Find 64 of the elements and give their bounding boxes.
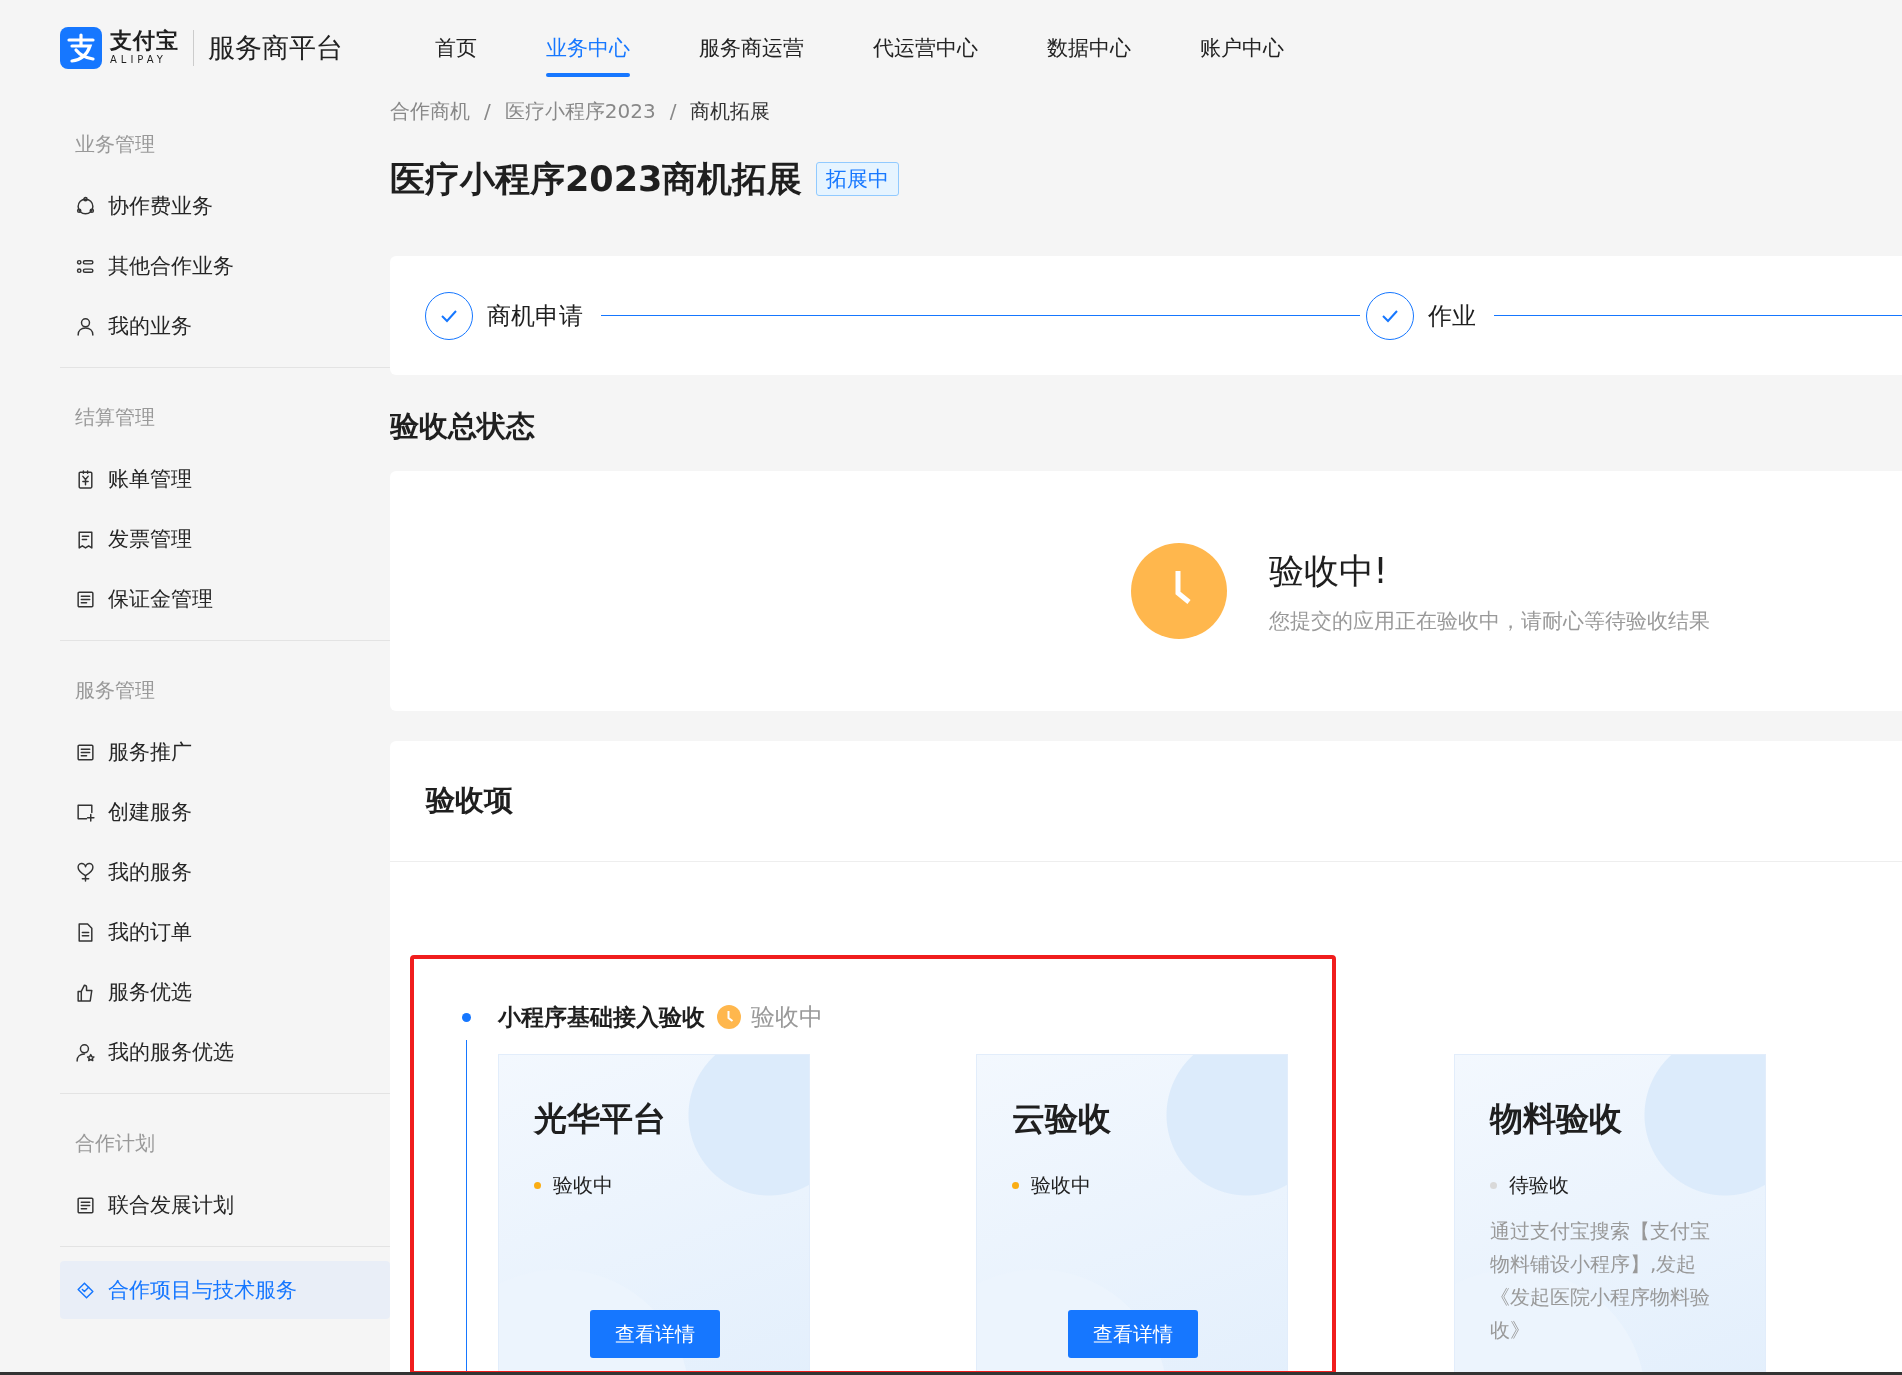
page-title: 医疗小程序2023商机拓展 <box>390 157 803 201</box>
card-status: 验收中 <box>1031 1172 1091 1199</box>
breadcrumb-separator: / <box>669 99 677 123</box>
card-description: 通过支付宝搜索【支付宝物料铺设小程序】,发起《发起医院小程序物料验收》 <box>1490 1218 1711 1344</box>
thumbs-up-icon <box>75 981 96 1003</box>
clock-icon <box>717 1005 741 1029</box>
section-title: 验收总状态 <box>390 408 536 445</box>
clock-icon <box>1130 543 1227 639</box>
status-title: 验收中! <box>1268 549 1389 593</box>
card-title: 光华平台 <box>534 1098 667 1140</box>
sidebar-item[interactable]: 我的服务优选 <box>60 1023 390 1081</box>
document-icon <box>75 741 96 763</box>
heart-icon <box>75 861 96 883</box>
sidebar-heading: 结算管理 <box>74 404 156 431</box>
card-title: 云验收 <box>1012 1098 1112 1140</box>
sidebar-item[interactable]: 发票管理 <box>60 510 390 568</box>
document-icon <box>75 588 96 610</box>
sidebar-heading: 服务管理 <box>74 677 156 704</box>
brand-subtitle: ALIPAY <box>110 55 168 65</box>
sidebar-item[interactable]: 我的订单 <box>60 903 390 961</box>
nav-tab[interactable]: 代运营中心 <box>873 0 978 95</box>
step-label: 商机申请 <box>487 300 583 332</box>
file-icon <box>75 921 96 943</box>
brand-name: 支付宝 <box>110 30 179 52</box>
nav-tab[interactable]: 数据中心 <box>1047 0 1131 95</box>
logo-icon <box>60 26 102 69</box>
sidebar-item[interactable]: 创建服务 <box>60 783 390 841</box>
sidebar-item[interactable]: 联合发展计划 <box>60 1176 390 1234</box>
sidebar-heading: 合作计划 <box>74 1130 156 1157</box>
nav-tab[interactable]: 服务商运营 <box>699 0 804 95</box>
document-icon <box>75 1194 96 1216</box>
section-title: 验收项 <box>426 782 513 819</box>
sidebar-item[interactable]: 其他合作业务 <box>60 237 390 295</box>
sidebar-item[interactable]: 协作费业务 <box>60 177 390 235</box>
sidebar-item[interactable]: 保证金管理 <box>60 570 390 628</box>
sidebar-item[interactable]: 合作项目与技术服务 <box>60 1261 390 1319</box>
add-icon <box>75 801 96 823</box>
user-star-icon <box>75 1041 96 1063</box>
sidebar-item[interactable]: 账单管理 <box>60 450 390 508</box>
sidebar-item[interactable]: 服务优选 <box>60 963 390 1021</box>
sidebar-item[interactable]: 我的服务 <box>60 843 390 901</box>
sidebar-heading: 业务管理 <box>74 131 156 158</box>
group-title: 小程序基础接入验收 <box>498 1002 705 1032</box>
nav-tab[interactable]: 账户中心 <box>1200 0 1284 95</box>
nav-tab[interactable]: 首页 <box>435 0 477 95</box>
card-title: 物料验收 <box>1490 1098 1623 1140</box>
breadcrumb-separator: / <box>484 99 491 123</box>
timeline-dot <box>462 1013 471 1022</box>
status-description: 您提交的应用正在验收中，请耐心等待验收结果 <box>1268 607 1710 635</box>
bill-icon <box>75 468 96 490</box>
step-label: 作业 <box>1428 300 1476 332</box>
details-button[interactable]: 查看详情 <box>1068 1310 1198 1358</box>
nav-tab[interactable]: 业务中心 <box>546 0 630 95</box>
details-button[interactable]: 查看详情 <box>590 1310 720 1358</box>
sidebar-item[interactable]: 服务推广 <box>60 723 390 781</box>
diamond-icon <box>75 1279 96 1301</box>
status-tag: 拓展中 <box>816 162 900 196</box>
group-status: 验收中 <box>751 1002 823 1033</box>
product-name: 服务商平台 <box>208 30 343 65</box>
card-status: 验收中 <box>553 1172 613 1199</box>
receipt-icon <box>75 528 96 550</box>
card-status: 待验收 <box>1509 1172 1569 1199</box>
user-icon <box>75 315 96 337</box>
sidebar-item[interactable]: 我的业务 <box>60 297 390 355</box>
